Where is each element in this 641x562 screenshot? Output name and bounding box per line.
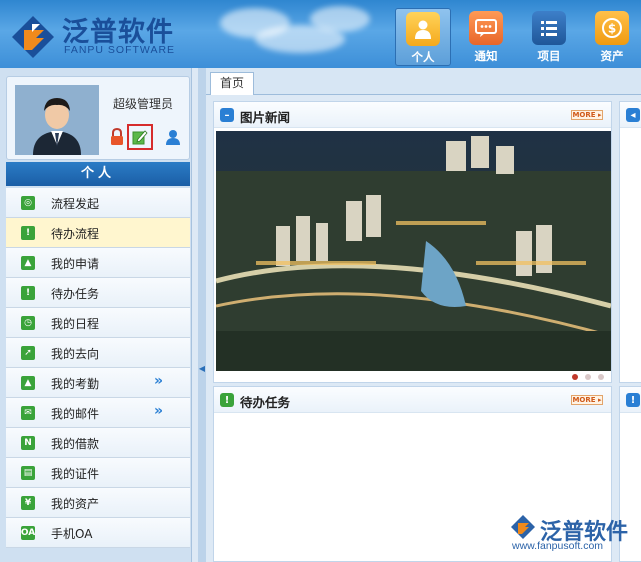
app-logo[interactable]: 泛普软件 FANPU SOFTWARE <box>10 10 195 62</box>
sidebar-item[interactable]: ¥ 我的资产 <box>6 488 190 518</box>
news-image[interactable] <box>216 131 611 371</box>
panel-splitter[interactable]: ◀ <box>198 68 206 562</box>
side-panel: ◂ <box>619 101 641 383</box>
sidebar-menu: ◎ 流程发起! 待办流程 ▲ 我的申请! 待办任务 ◷ 我的日程 ➚ 我的去向 ▲ 我的考勤 » ✉ 我的邮… <box>6 188 190 548</box>
sidebar-item-label: 我的资产 <box>51 497 100 511</box>
nav-project-label: 项目 <box>537 49 561 63</box>
whereabouts-icon: ➚ <box>21 346 35 360</box>
svg-text:$: $ <box>608 22 616 36</box>
nav-notice-button[interactable]: 通知 <box>458 8 514 66</box>
mobile-oa-icon: OA <box>20 526 36 540</box>
user-profile-icon[interactable] <box>163 127 183 147</box>
sidebar-item[interactable]: ✉ 我的邮件 » <box>6 398 190 428</box>
sidebar-item[interactable]: ➚ 我的去向 <box>6 338 190 368</box>
sidebar-item[interactable]: ! 待办流程 <box>6 218 190 248</box>
top-header: 泛普软件 FANPU SOFTWARE 个人 通知 项目 $ 资产 <box>0 0 641 68</box>
sidebar-item[interactable]: ▤ 我的证件 <box>6 458 190 488</box>
coin-icon: $ <box>595 11 629 45</box>
side-panel-2-header: ! <box>620 387 641 413</box>
sidebar-item[interactable]: N 我的借款 <box>6 428 190 458</box>
sidebar-item[interactable]: ▲ 我的申请 <box>6 248 190 278</box>
main-content: – 图片新闻 MORE ▸ ◂ ! 待办任务 MORE ▸ ! <box>206 95 641 562</box>
section-header-personal[interactable]: 个人 <box>6 162 190 186</box>
nav-personal-label: 个人 <box>411 50 435 64</box>
nav-project-button[interactable]: 项目 <box>521 8 577 66</box>
person-icon <box>406 12 440 46</box>
sidebar-item-label: 我的去向 <box>51 347 100 361</box>
sidebar-item[interactable]: ! 待办任务 <box>6 278 190 308</box>
nav-notice-label: 通知 <box>474 49 498 63</box>
carousel-dot[interactable] <box>572 374 578 380</box>
watermark-logo-icon <box>511 515 535 539</box>
left-sidebar: 超级管理员 个人 ◎ 流程发起! 待办流程 ▲ 我的申请! 待办任务 ◷ 我的日程 ➚ 我的去向 ▲… <box>0 68 192 562</box>
sidebar-item-label: 流程发起 <box>51 197 100 211</box>
sidebar-item-label: 我的申请 <box>51 257 100 271</box>
fanpu-watermark: 泛普软件 www.fanpusoft.com <box>510 512 638 556</box>
application-icon: ▲ <box>21 256 35 270</box>
sidebar-item-label: 我的日程 <box>51 317 100 331</box>
header-cloud <box>310 6 370 32</box>
schedule-icon: ◷ <box>21 316 35 330</box>
expand-chevron-icon[interactable]: » <box>154 403 163 419</box>
loan-icon: N <box>21 436 35 450</box>
picture-news-title: 图片新闻 <box>240 110 291 125</box>
todo-alert-icon: ! <box>220 393 234 407</box>
sidebar-item-label: 我的证件 <box>51 467 100 481</box>
chat-icon <box>469 11 503 45</box>
carousel-dot[interactable] <box>585 374 591 380</box>
sidebar-item[interactable]: OA 手机OA <box>6 518 190 548</box>
sidebar-item-label: 我的邮件 <box>51 407 100 421</box>
todo-flow-icon: ! <box>21 226 35 240</box>
sidebar-item[interactable]: ◎ 流程发起 <box>6 188 190 218</box>
watermark-url-text: www.fanpusoft.com <box>512 540 604 552</box>
todo-task-header: ! 待办任务 MORE ▸ <box>214 387 611 413</box>
logo-english-text: FANPU SOFTWARE <box>64 44 176 56</box>
todo-task-title: 待办任务 <box>240 395 291 410</box>
nav-asset-button[interactable]: $ 资产 <box>584 8 640 66</box>
mail-icon: ✉ <box>21 406 35 420</box>
sidebar-item[interactable]: ◷ 我的日程 <box>6 308 190 338</box>
tab-bar: 首页 <box>206 68 641 95</box>
sidebar-item[interactable]: ▲ 我的考勤 » <box>6 368 190 398</box>
side-panel-header: ◂ <box>620 102 641 128</box>
lock-icon[interactable] <box>107 127 127 147</box>
sidebar-item-label: 手机OA <box>51 527 93 541</box>
nav-asset-label: 资产 <box>600 49 624 63</box>
nav-personal-button[interactable]: 个人 <box>395 8 451 66</box>
sidebar-item-label: 我的考勤 <box>51 377 100 391</box>
expand-chevron-icon[interactable]: » <box>154 373 163 389</box>
collapse-arrow-icon[interactable]: ◀ <box>198 364 206 376</box>
picture-news-header: – 图片新闻 MORE ▸ <box>214 102 611 128</box>
news-icon: – <box>220 108 234 122</box>
picture-news-panel: – 图片新闻 MORE ▸ <box>213 101 612 383</box>
fanpu-logo-icon <box>12 16 54 58</box>
list-icon <box>532 11 566 45</box>
speaker-icon: ◂ <box>626 108 640 122</box>
edit-profile-icon[interactable] <box>127 124 153 150</box>
sidebar-item-label: 我的借款 <box>51 437 100 451</box>
user-avatar <box>15 85 99 155</box>
flow-start-icon: ◎ <box>21 196 35 210</box>
certificate-icon: ▤ <box>21 466 35 480</box>
task-icon: ! <box>21 286 35 300</box>
sidebar-item-label: 待办任务 <box>51 287 100 301</box>
alert-icon: ! <box>626 393 640 407</box>
tab-home[interactable]: 首页 <box>210 72 254 95</box>
attendance-icon: ▲ <box>21 376 35 390</box>
username-label: 超级管理员 <box>113 97 174 111</box>
asset-icon: ¥ <box>21 496 35 510</box>
tasks-more-button[interactable]: MORE ▸ <box>571 395 603 405</box>
carousel-dot[interactable] <box>598 374 604 380</box>
user-info-box: 超级管理员 <box>6 76 190 160</box>
sidebar-item-label: 待办流程 <box>51 227 100 241</box>
news-more-button[interactable]: MORE ▸ <box>571 110 603 120</box>
